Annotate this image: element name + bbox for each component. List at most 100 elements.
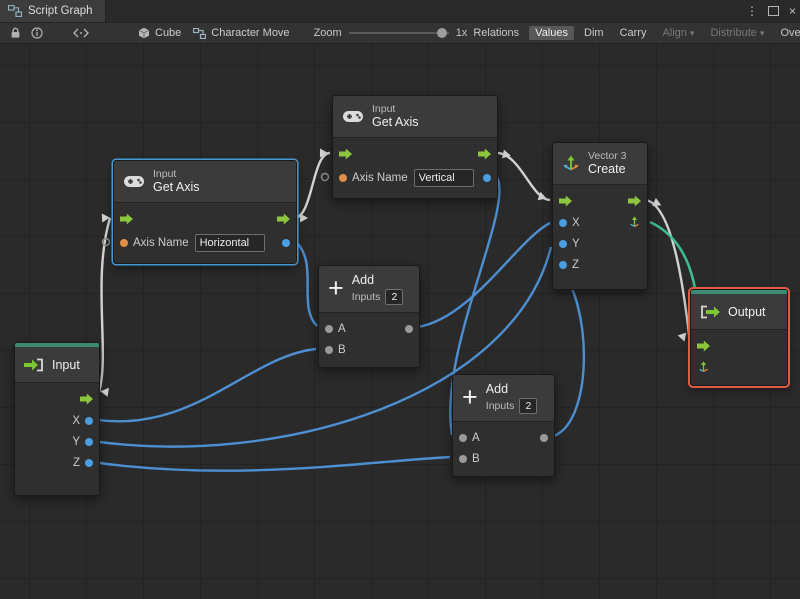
sum-out-port[interactable]	[540, 433, 548, 442]
node-header[interactable]: + Add Inputs 2	[453, 375, 554, 422]
wire-vector3-to-output[interactable]	[645, 198, 692, 344]
carry-toggle[interactable]: Carry	[614, 26, 653, 40]
input-event-icon	[24, 358, 43, 371]
port-y-label: Y	[572, 237, 580, 250]
graph-toolbar: Cube Character Move Zoom 1x Relations Va…	[0, 22, 800, 44]
dim-toggle[interactable]: Dim	[578, 26, 610, 40]
node-header[interactable]: Output	[691, 294, 787, 330]
wire-add1-to-vector3-x[interactable]	[417, 221, 551, 329]
node-title: Get Axis	[372, 115, 419, 130]
node-header[interactable]: Input Get Axis	[114, 161, 296, 203]
values-toggle[interactable]: Values	[529, 26, 574, 40]
wire-input-z-to-add2-b[interactable]	[91, 455, 451, 472]
angle-brackets-icon	[73, 28, 89, 38]
node-title: Add	[485, 381, 509, 396]
node-vector3-create[interactable]: Vector 3 Create X Y Z	[552, 142, 648, 290]
axis-name-port[interactable]	[339, 174, 347, 182]
node-header[interactable]: Vector 3 Create	[553, 143, 647, 185]
distribute-dropdown[interactable]: Distribute ▾	[704, 26, 770, 40]
port-b-in[interactable]	[459, 454, 467, 463]
node-title: Input	[52, 357, 80, 372]
param-label: Axis Name	[133, 237, 189, 249]
port-y-label: Y	[72, 435, 80, 448]
port-x-out[interactable]	[85, 416, 93, 425]
port-z-out[interactable]	[85, 458, 93, 467]
info-button[interactable]	[26, 24, 48, 42]
lock-button[interactable]	[4, 24, 26, 42]
node-add-1[interactable]: + Add Inputs 2 A B	[318, 265, 420, 368]
flow-out-port[interactable]	[628, 195, 641, 207]
vector3-icon	[563, 155, 579, 170]
inputs-count-field[interactable]: 2	[519, 398, 538, 415]
flow-arrowhead	[677, 332, 687, 342]
toolbar-toggles: Relations Values Dim Carry Align ▾ Distr…	[467, 26, 800, 40]
graph-canvas[interactable]: Input Get Axis Axis Name Vertical Input …	[0, 44, 800, 599]
port-x-in[interactable]	[559, 218, 567, 227]
axis-name-port[interactable]	[120, 239, 128, 247]
fit-graph-button[interactable]	[70, 24, 92, 42]
value-out-port[interactable]	[282, 239, 290, 247]
relations-toggle[interactable]: Relations	[467, 26, 525, 40]
node-header[interactable]: Input Get Axis	[333, 96, 497, 138]
inputs-label: Inputs	[351, 291, 381, 304]
node-output-event[interactable]: Output	[690, 289, 788, 386]
tab-bar: Script Graph ⋮ ×	[0, 0, 800, 22]
port-y-out[interactable]	[85, 437, 93, 446]
wire-getaxis-horizontal-to-vertical[interactable]	[293, 151, 331, 220]
flow-in-port[interactable]	[559, 195, 572, 207]
flow-in-port[interactable]	[339, 148, 352, 160]
value-out-port[interactable]	[483, 174, 491, 182]
port-b-label: B	[472, 452, 480, 465]
node-input-event[interactable]: Input X Y Z	[14, 342, 100, 496]
flow-out-port[interactable]	[478, 148, 491, 160]
node-get-axis-vertical[interactable]: Input Get Axis Axis Name	[332, 95, 498, 199]
node-body	[691, 330, 787, 385]
align-dropdown[interactable]: Align ▾	[656, 26, 700, 40]
wire-add2-to-vector3-z[interactable]	[553, 266, 586, 438]
zoom-slider[interactable]	[348, 26, 449, 40]
overview-toggle[interactable]: Overview	[774, 26, 800, 40]
port-a-in[interactable]	[459, 433, 467, 442]
port-y-in[interactable]	[559, 239, 567, 248]
port-a-label: A	[472, 431, 480, 444]
node-header[interactable]: Input	[15, 347, 99, 383]
sum-out-port[interactable]	[405, 324, 413, 333]
zoom-slider-handle[interactable]	[436, 28, 447, 38]
maximize-icon[interactable]	[767, 6, 779, 16]
node-category: Input	[372, 103, 396, 116]
port-z-label: Z	[572, 258, 580, 271]
node-body: A B	[319, 313, 419, 367]
node-body: X Y Z	[553, 185, 647, 289]
inputs-count-field[interactable]: 2	[385, 289, 404, 306]
wire-getaxis-vertical-to-vector3[interactable]	[496, 151, 551, 202]
node-title: Add	[351, 272, 375, 287]
chevron-down-icon: ▾	[689, 27, 695, 38]
menu-icon[interactable]: ⋮	[746, 4, 758, 18]
axis-name-field[interactable]	[194, 234, 265, 252]
node-body: A B	[453, 422, 554, 476]
axis-name-field[interactable]	[413, 169, 474, 187]
node-add-2[interactable]: + Add Inputs 2 A B	[452, 374, 555, 477]
node-get-axis-horizontal[interactable]: Input Get Axis Axis Name	[113, 160, 297, 264]
vector3-in-port[interactable]	[697, 361, 710, 374]
flow-in-port[interactable]	[697, 340, 710, 352]
flow-in-port[interactable]	[120, 213, 133, 225]
wire-input-x-to-add1-b[interactable]	[91, 347, 317, 423]
port-a-in[interactable]	[325, 324, 333, 333]
tab-script-graph[interactable]: Script Graph	[0, 0, 106, 22]
graph-asset-button[interactable]: Character Move	[187, 24, 295, 42]
vector3-out-port[interactable]	[628, 216, 641, 229]
node-header[interactable]: + Add Inputs 2	[319, 266, 419, 313]
port-a-label: A	[338, 322, 346, 335]
wire-horizontal-to-add1-a[interactable]	[295, 241, 318, 327]
target-gameobject-button[interactable]: Cube	[132, 24, 187, 42]
port-z-in[interactable]	[559, 260, 567, 269]
script-graph-window: Script Graph ⋮ × Cube Character Move Zoo…	[0, 0, 800, 599]
port-b-in[interactable]	[325, 345, 333, 354]
port-x-label: X	[572, 216, 580, 229]
port-z-label: Z	[72, 456, 80, 469]
flow-out-port[interactable]	[80, 393, 93, 405]
close-icon[interactable]: ×	[789, 4, 796, 18]
distribute-label: Distribute	[710, 27, 757, 39]
flow-out-port[interactable]	[277, 213, 290, 225]
